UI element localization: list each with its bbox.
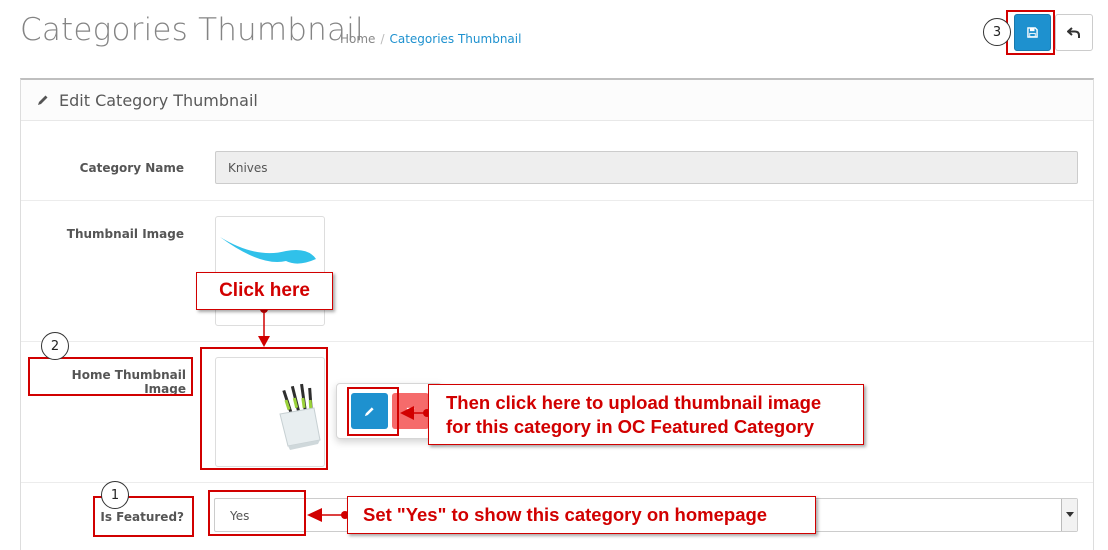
click-here-callout: Click here (196, 272, 333, 310)
step-3-marker: 3 (983, 18, 1011, 46)
upload-callout: Then click here to upload thumbnail imag… (428, 384, 864, 445)
app-root: Categories Thumbnail Home / Categories Thu… (0, 0, 1108, 550)
annotation-arrows (258, 305, 431, 522)
upload-callout-line1: Then click here to upload thumbnail imag… (446, 392, 822, 413)
step-1-marker: 1 (101, 481, 129, 509)
step-2-marker: 2 (41, 332, 69, 360)
upload-callout-line2: for this category in OC Featured Categor… (446, 416, 815, 437)
featured-callout: Set "Yes" to show this category on homep… (347, 496, 816, 534)
